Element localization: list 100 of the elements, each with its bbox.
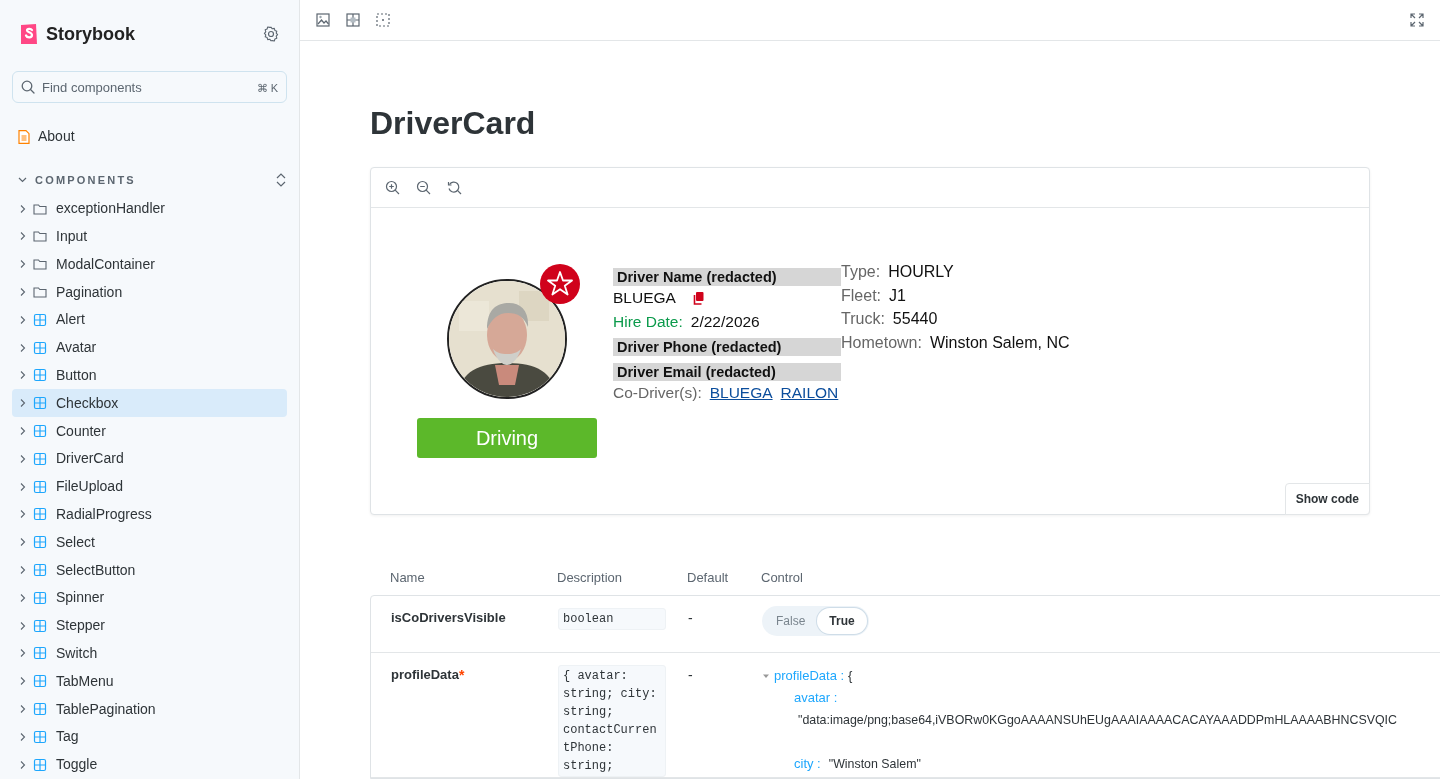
detail-label: Type: xyxy=(841,262,881,282)
component-icon xyxy=(33,340,47,355)
chevron-icon xyxy=(18,426,28,437)
sidebar-item[interactable]: DriverCard xyxy=(12,444,287,473)
detail-value: HOURLY xyxy=(888,262,954,282)
sidebar-item[interactable]: Input xyxy=(12,222,287,251)
shortcut-hint: ⌘ K xyxy=(256,81,278,96)
chevron-icon xyxy=(18,342,28,353)
folder-icon xyxy=(33,201,47,216)
chevron-icon xyxy=(18,398,28,409)
toggle-option[interactable]: True xyxy=(817,608,867,634)
object-key: profileData : xyxy=(774,665,845,687)
zoom-out-icon[interactable] xyxy=(416,180,431,195)
component-icon xyxy=(33,757,47,772)
column-header: Description xyxy=(557,568,624,587)
chevron-icon xyxy=(18,370,28,381)
chevron-icon xyxy=(18,537,28,548)
chevron-icon xyxy=(18,175,27,185)
type-code: { avatar: string; city: string; contactCurrentPhone: string; xyxy=(558,665,666,777)
folder-icon xyxy=(33,229,47,244)
object-value: "Winston Salem" xyxy=(828,756,921,773)
detail-value: Winston Salem, NC xyxy=(929,332,1070,353)
sidebar-item[interactable]: Stepper xyxy=(12,611,287,640)
component-icon xyxy=(33,312,47,327)
chevron-icon xyxy=(18,259,28,270)
sidebar-item[interactable]: Alert xyxy=(12,306,287,334)
sidebar-item[interactable]: Button xyxy=(12,361,287,390)
chevron-icon xyxy=(18,287,28,298)
column-header: Name xyxy=(389,568,426,587)
sidebar-item[interactable]: Avatar xyxy=(12,333,287,362)
chevron-icon xyxy=(18,565,28,576)
chevron-icon xyxy=(18,759,28,770)
prop-name: isCoDriversVisible xyxy=(391,609,506,627)
outline-icon[interactable] xyxy=(376,13,390,27)
co-driver-link[interactable]: BLUEGA xyxy=(709,381,773,405)
brace: { xyxy=(848,667,853,685)
sidebar-item[interactable]: Counter xyxy=(12,417,287,445)
component-icon xyxy=(33,479,47,494)
caret-icon[interactable] xyxy=(762,672,770,680)
component-icon xyxy=(33,424,47,439)
page-title: DriverCard xyxy=(370,104,537,143)
hire-date: 2/22/2026 xyxy=(690,312,760,332)
section-toggle[interactable]: COMPONENTS xyxy=(18,171,136,189)
component-icon xyxy=(33,396,47,411)
detail-label: Fleet: xyxy=(841,285,881,306)
component-icon xyxy=(33,674,47,689)
sidebar-item[interactable]: Switch xyxy=(12,639,287,668)
chevron-icon xyxy=(18,620,28,631)
redacted-email: Driver Email (redacted) xyxy=(613,363,841,381)
sidebar-item[interactable]: Spinner xyxy=(12,583,287,612)
object-value: "data:image/png;base64,iVBORw0KGgoAAAANSUhEUgAAAIAAAACACAYAAADDPmHLAAAABHNCSVQIC xyxy=(797,712,1398,729)
sidebar-item[interactable]: exceptionHandler xyxy=(12,194,287,223)
show-code-button[interactable]: Show code xyxy=(1284,483,1370,515)
prop-name: profileData xyxy=(391,666,459,684)
sidebar-item[interactable]: About xyxy=(12,123,287,151)
sidebar-item[interactable]: TabMenu xyxy=(12,667,287,696)
chevron-icon xyxy=(18,704,28,715)
detail-label: Truck: xyxy=(841,309,885,329)
settings-icon[interactable] xyxy=(263,26,279,42)
sidebar-item[interactable]: ModalContainer xyxy=(12,250,287,279)
object-key: avatar : xyxy=(794,690,838,705)
chevron-icon xyxy=(18,731,28,742)
sidebar-item[interactable]: TablePagination xyxy=(12,695,287,723)
hire-date-label: Hire Date: xyxy=(613,312,683,332)
sidebar-item[interactable]: Select xyxy=(12,528,287,557)
zoom-in-icon[interactable] xyxy=(385,180,400,195)
sidebar-item[interactable]: Toggle xyxy=(12,750,287,779)
image-icon[interactable] xyxy=(316,13,330,27)
expand-collapse-icon[interactable] xyxy=(275,171,287,188)
copy-icon[interactable] xyxy=(691,291,704,305)
co-drivers-label: Co-Driver(s): xyxy=(613,383,702,403)
detail-value: J1 xyxy=(889,285,906,306)
chevron-icon xyxy=(18,648,28,659)
component-icon xyxy=(33,646,47,661)
redacted-name: Driver Name (redacted) xyxy=(613,268,841,286)
component-icon xyxy=(33,507,47,522)
chevron-icon xyxy=(18,203,28,214)
default-value: - xyxy=(688,667,693,683)
sidebar-item[interactable]: FileUpload xyxy=(12,472,287,501)
component-icon xyxy=(33,702,47,717)
folder-icon xyxy=(33,257,47,272)
sidebar-item[interactable]: Pagination xyxy=(12,278,287,306)
reset-zoom-icon[interactable] xyxy=(447,180,462,195)
co-driver-link[interactable]: RAILON xyxy=(780,381,839,405)
brand-name: Storybook xyxy=(46,22,135,46)
detail-value: 55440 xyxy=(892,309,938,329)
sidebar-item[interactable]: RadialProgress xyxy=(12,500,287,529)
grid-icon[interactable] xyxy=(346,13,360,27)
chevron-icon xyxy=(18,592,28,603)
chevron-icon xyxy=(18,481,28,492)
sidebar-item[interactable]: Tag xyxy=(12,722,287,751)
component-icon xyxy=(33,563,47,578)
sidebar-item[interactable]: Checkbox xyxy=(12,389,287,418)
detail-label: Hometown: xyxy=(841,332,922,353)
fullscreen-icon[interactable] xyxy=(1410,13,1424,27)
chevron-icon xyxy=(18,676,28,687)
object-key: city : xyxy=(794,753,821,775)
component-icon xyxy=(33,590,47,605)
sidebar-item[interactable]: SelectButton xyxy=(12,556,287,584)
logo-icon xyxy=(20,23,38,45)
